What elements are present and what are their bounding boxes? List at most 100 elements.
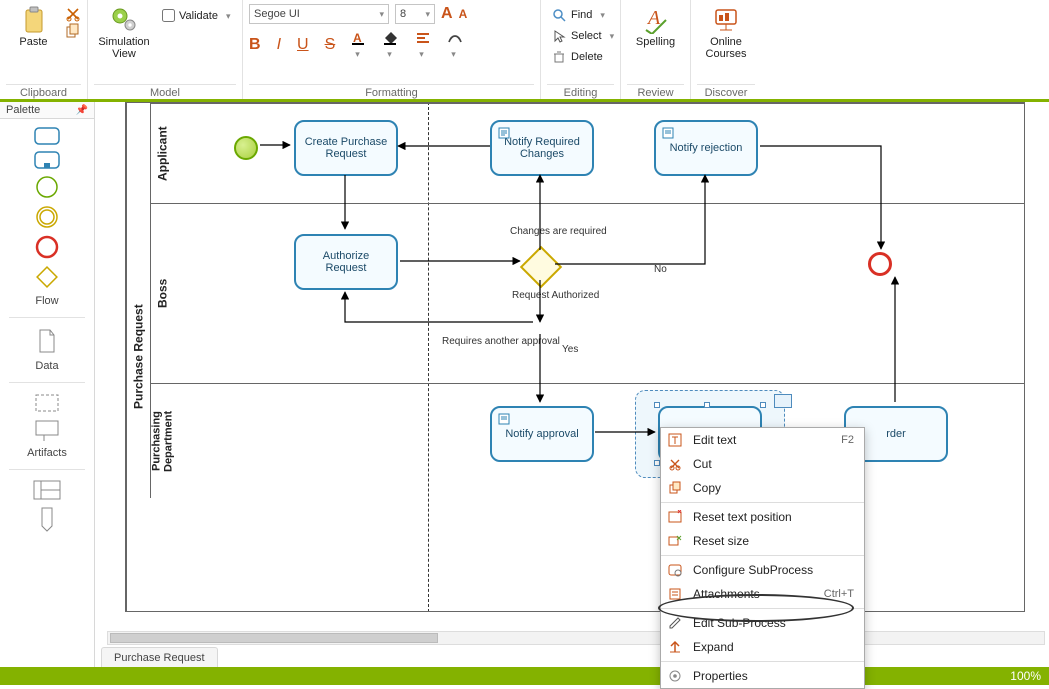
bold-button[interactable]: B: [249, 36, 261, 54]
palette-start-event-icon[interactable]: [35, 175, 59, 199]
start-event[interactable]: [234, 136, 258, 160]
edge-label-yes: Yes: [562, 344, 578, 355]
online-courses-button[interactable]: Online Courses: [697, 4, 755, 62]
select-label: Select: [571, 30, 602, 42]
validate-checkbox[interactable]: [162, 9, 175, 22]
chevron-down-icon[interactable]: [375, 8, 384, 20]
underline-button[interactable]: U: [297, 36, 309, 54]
ribbon-group-formatting: Segoe UI 8 A A B I U S A For: [243, 0, 541, 99]
chevron-down-icon[interactable]: [606, 30, 615, 42]
italic-button[interactable]: I: [277, 36, 281, 54]
end-event[interactable]: [868, 252, 892, 276]
palette-lane-icon[interactable]: [38, 506, 56, 532]
simulation-view-button[interactable]: Simulation View: [94, 4, 154, 62]
select-button[interactable]: Select: [547, 27, 618, 45]
ctx-label: Reset text position: [693, 510, 792, 524]
fill-color-button[interactable]: [383, 30, 399, 60]
ctx-copy[interactable]: Copy: [661, 476, 864, 500]
presentation-icon: [712, 6, 740, 34]
edit-text-icon: [667, 432, 683, 448]
ribbon-group-model: Simulation View Validate Model: [88, 0, 243, 99]
chevron-down-icon[interactable]: [222, 10, 231, 22]
font-size-value: 8: [400, 8, 406, 20]
palette-title-label: Palette: [6, 104, 40, 116]
paste-label: Paste: [19, 36, 47, 48]
lane-title: Purchasing Department: [150, 384, 174, 498]
cut-icon[interactable]: [65, 6, 81, 22]
ctx-expand[interactable]: Expand: [661, 635, 864, 659]
ctx-label: Edit Sub-Process: [693, 616, 786, 630]
palette-gateway-icon[interactable]: [35, 265, 59, 289]
task-create-purchase-request[interactable]: Create Purchase Request: [294, 120, 398, 176]
edge-label-no: No: [654, 264, 667, 275]
shrink-font-icon[interactable]: A: [459, 7, 468, 21]
palette-intermediate-event-icon[interactable]: [35, 205, 59, 229]
validate-button[interactable]: Validate: [158, 8, 234, 23]
paste-button[interactable]: Paste: [6, 4, 61, 50]
palette-group-icon[interactable]: [34, 393, 60, 413]
lane-applicant[interactable]: Applicant Create Purchase Request Notify…: [150, 103, 1024, 203]
palette-title: Palette 📌: [0, 102, 94, 119]
ctx-reset-text[interactable]: Reset text position: [661, 505, 864, 529]
font-family-combo[interactable]: Segoe UI: [249, 4, 389, 24]
h-scrollbar[interactable]: [107, 631, 1045, 645]
document-tab[interactable]: Purchase Request: [101, 647, 218, 667]
pin-icon[interactable]: 📌: [76, 105, 88, 116]
attachments-icon: [667, 586, 683, 602]
shortcut: F2: [841, 434, 854, 446]
align-button[interactable]: [415, 30, 431, 60]
copy-icon[interactable]: [65, 23, 81, 39]
palette-task-icon[interactable]: [34, 127, 60, 145]
gateway-decision[interactable]: [520, 246, 562, 288]
ctx-reset-size[interactable]: Reset size: [661, 529, 864, 553]
chevron-down-icon[interactable]: [596, 9, 605, 21]
h-scroll-thumb[interactable]: [110, 633, 438, 643]
spelling-button[interactable]: A Spelling: [627, 4, 684, 50]
ribbon-group-discover: Online Courses Discover: [691, 0, 761, 99]
ctx-label: Reset size: [693, 534, 749, 548]
lane-title: Applicant: [150, 104, 174, 203]
shortcut: Ctrl+T: [824, 588, 854, 600]
grow-font-icon[interactable]: A: [441, 5, 453, 23]
ctx-edit-subprocess[interactable]: Edit Sub-Process: [661, 611, 864, 635]
task-authorize-request[interactable]: Authorize Request: [294, 234, 398, 290]
task-notify-required-changes[interactable]: Notify Required Changes: [490, 120, 594, 176]
ribbon-group-label: Review: [627, 84, 684, 99]
strike-button[interactable]: S: [325, 36, 336, 54]
ribbon-group-label: Clipboard: [6, 84, 81, 99]
cut-icon: [667, 456, 683, 472]
palette-end-event-icon[interactable]: [35, 235, 59, 259]
task-notify-rejection[interactable]: Notify rejection: [654, 120, 758, 176]
ctx-attachments[interactable]: Attachments Ctrl+T: [661, 582, 864, 606]
selection-handle[interactable]: [704, 402, 710, 408]
lane-purchasing[interactable]: Purchasing Department Notify approval: [150, 383, 1024, 498]
ctx-properties[interactable]: Properties: [661, 664, 864, 688]
ctx-cut[interactable]: Cut: [661, 452, 864, 476]
zoom-level[interactable]: 100%: [1010, 669, 1041, 683]
chevron-down-icon[interactable]: [421, 8, 430, 20]
selection-preview-icon: [774, 394, 792, 408]
find-button[interactable]: Find: [547, 6, 618, 24]
line-style-button[interactable]: [447, 30, 463, 60]
selection-handle[interactable]: [654, 402, 660, 408]
palette-annotation-icon[interactable]: [34, 419, 60, 441]
font-color-button[interactable]: A: [351, 30, 367, 60]
ctx-label: Edit text: [693, 433, 736, 447]
swimlane-pool[interactable]: Purchase Request Applicant Create Purcha…: [125, 102, 1025, 612]
expand-icon: [667, 639, 683, 655]
font-size-combo[interactable]: 8: [395, 4, 435, 24]
palette-pool-icon[interactable]: [33, 480, 61, 500]
palette-subtask-icon[interactable]: [34, 151, 60, 169]
ctx-edit-text[interactable]: Edit text F2: [661, 428, 864, 452]
selection-handle[interactable]: [760, 402, 766, 408]
canvas[interactable]: Purchase Request Applicant Create Purcha…: [95, 102, 1049, 667]
lane-title: Boss: [150, 204, 174, 383]
spelling-label: Spelling: [636, 36, 675, 48]
palette-data-icon[interactable]: [37, 328, 57, 354]
ctx-configure-subprocess[interactable]: Configure SubProcess: [661, 558, 864, 582]
palette-separator: [9, 382, 84, 383]
context-menu[interactable]: Edit text F2 Cut Copy Reset text positio…: [660, 427, 865, 689]
task-notify-approval[interactable]: Notify approval: [490, 406, 594, 462]
lane-boss[interactable]: Boss Authorize Request Changes are requi…: [150, 203, 1024, 383]
delete-button[interactable]: Delete: [547, 48, 618, 66]
